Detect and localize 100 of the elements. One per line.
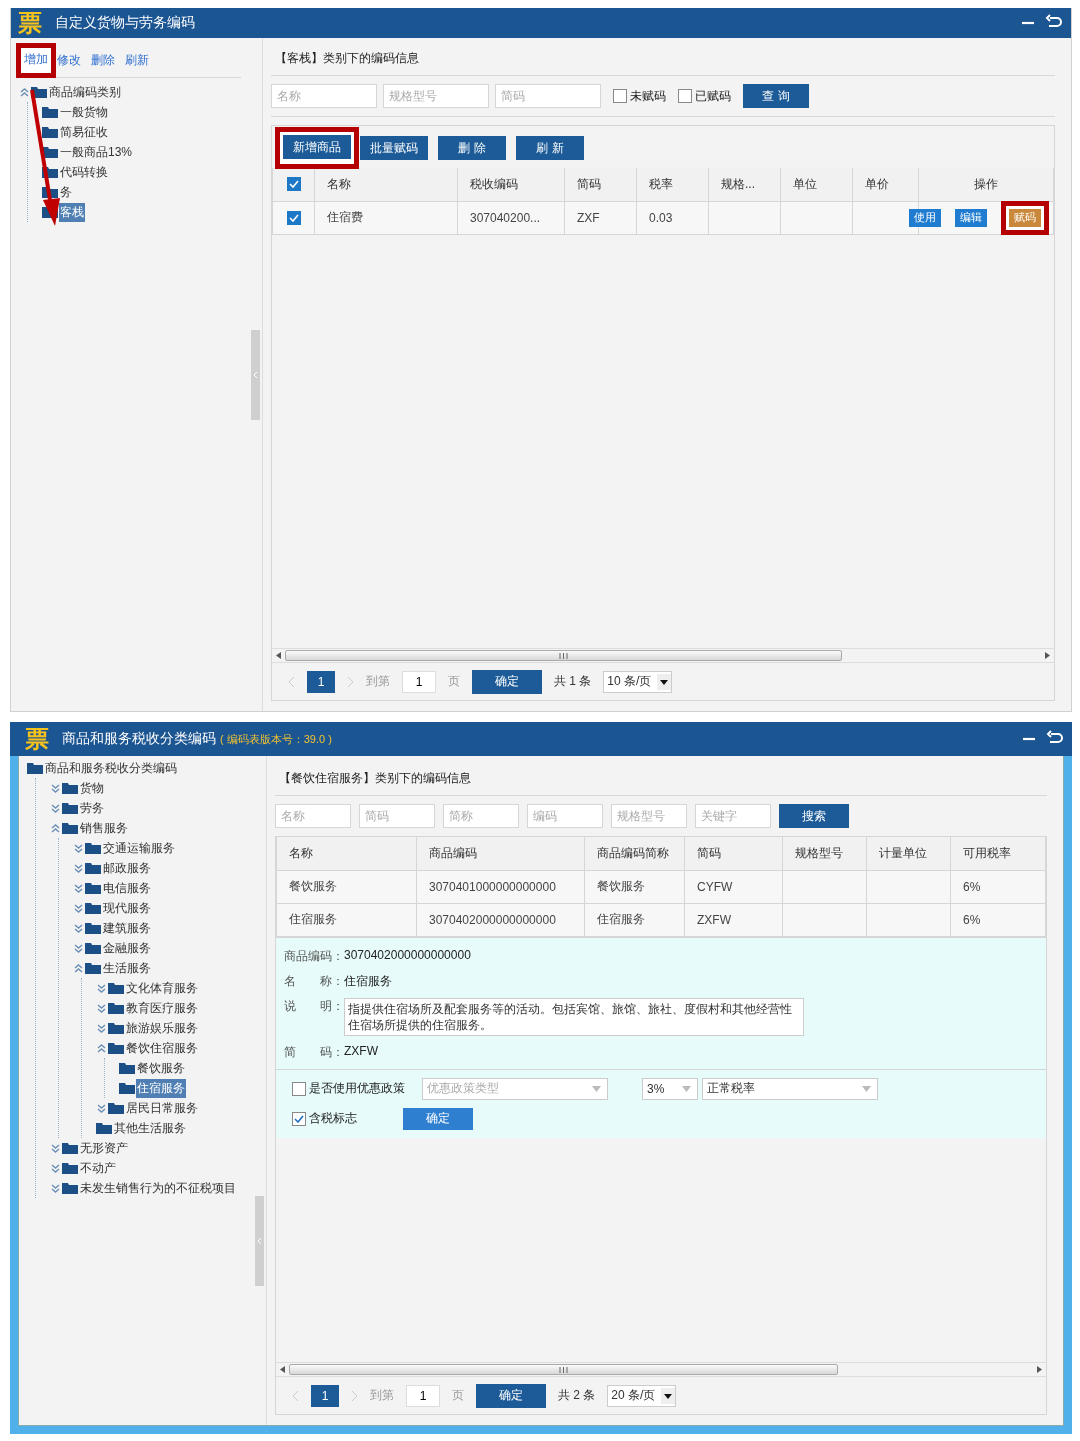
checkbox-label: 含税标志 — [309, 1110, 357, 1127]
tree-item[interactable]: 不动产 — [79, 1158, 117, 1178]
tree-item[interactable]: 未发生销售行为的不征税项目 — [79, 1178, 237, 1198]
checkbox-label: 未赋码 — [630, 87, 666, 105]
toolbar-link[interactable]: 修改 — [57, 52, 81, 69]
tree-item[interactable]: 餐饮服务 — [136, 1058, 186, 1078]
column-header: 单位 — [780, 168, 853, 201]
action-button[interactable]: 新增商品 — [283, 135, 351, 159]
toolbar-link[interactable]: 删除 — [91, 52, 115, 69]
window-title: 自定义货物与劳务编码 — [55, 14, 195, 32]
column-header: 税率 — [636, 168, 709, 201]
table-cell: ZXFW — [684, 903, 783, 936]
column-header: 简码 — [684, 837, 783, 870]
table-cell: 住宿费 — [314, 201, 458, 234]
tree-item[interactable]: 住宿服务 — [136, 1078, 186, 1098]
filter-field[interactable]: 名称 — [275, 804, 351, 828]
total-count: 共 2 条 — [558, 1387, 596, 1404]
tree-item[interactable]: 无形资产 — [79, 1138, 129, 1158]
filter-field[interactable]: 名称 — [271, 84, 377, 108]
page-input[interactable]: 1 — [402, 670, 436, 693]
tree-item[interactable]: 销售服务 — [79, 818, 129, 838]
column-header: 规格... — [708, 168, 781, 201]
tree-item[interactable]: 电信服务 — [102, 878, 152, 898]
tree-item[interactable]: 餐饮住宿服务 — [125, 1038, 199, 1058]
tree-item[interactable]: 商品和服务税收分类编码 — [44, 758, 178, 778]
panel-title: 【客栈】类别下的编码信息 — [271, 42, 1055, 76]
table-cell: 6% — [950, 870, 1046, 903]
column-header: 简码 — [564, 168, 637, 201]
filter-field[interactable]: 编码 — [527, 804, 603, 828]
filter-field[interactable]: 简码 — [359, 804, 435, 828]
description-box: 指提供住宿场所及配套服务等的活动。包括宾馆、旅馆、旅社、度假村和其他经营性住宿场所提供的住宿服务。 — [344, 997, 804, 1036]
tree-item[interactable]: 商品编码类别 — [48, 82, 122, 102]
row-action-button[interactable]: 编辑 — [955, 208, 987, 227]
field-label: 名 称： — [284, 972, 344, 990]
action-button[interactable]: 批量赋码 — [360, 136, 428, 160]
tree-item[interactable]: 代码转换 — [59, 162, 109, 182]
tree-item[interactable]: 客栈 — [59, 202, 85, 222]
filter-field[interactable]: 规格型号 — [611, 804, 687, 828]
tree-item[interactable]: 居民日常服务 — [125, 1098, 199, 1118]
tree-item[interactable]: 简易征收 — [59, 122, 109, 142]
table-cell: 住宿服务 — [276, 903, 417, 936]
tree-item[interactable]: 其他生活服务 — [113, 1118, 187, 1138]
tree-item[interactable]: 教育医疗服务 — [125, 998, 199, 1018]
table-cell: 餐饮服务 — [584, 870, 685, 903]
table-cell: 3070402000000000000 — [416, 903, 585, 936]
column-header: 操作 — [918, 168, 1054, 201]
field-label: 商品编码： — [284, 947, 344, 965]
confirm-button[interactable]: 确定 — [403, 1107, 473, 1130]
tree-item[interactable]: 建筑服务 — [102, 918, 152, 938]
filter-field[interactable]: 简码 — [495, 84, 601, 108]
confirm-button[interactable]: 确定 — [472, 669, 542, 694]
field-label: 简 码： — [284, 1043, 344, 1061]
tree-item[interactable]: 务 — [59, 182, 73, 202]
filter-field[interactable]: 简称 — [443, 804, 519, 828]
tree-item[interactable]: 劳务 — [79, 798, 105, 818]
column-header: 计量单位 — [866, 837, 951, 870]
version-label: ( 编码表版本号：39.0 ) — [220, 732, 332, 747]
row-action-button[interactable]: 使用 — [909, 208, 941, 227]
query-button[interactable]: 查 询 — [743, 84, 809, 108]
table-cell: 住宿服务 — [584, 903, 685, 936]
page-input[interactable]: 1 — [406, 1384, 440, 1407]
search-button[interactable]: 搜索 — [779, 804, 849, 828]
column-header: 商品编码 — [416, 837, 585, 870]
tree-item[interactable]: 现代服务 — [102, 898, 152, 918]
table-cell: ZXF — [564, 201, 637, 234]
page-unit: 页 — [448, 673, 460, 690]
filter-field[interactable]: 规格型号 — [383, 84, 489, 108]
field-value: 住宿服务 — [344, 972, 392, 990]
app-logo: 票 — [24, 725, 50, 753]
tree-item[interactable]: 旅游娱乐服务 — [125, 1018, 199, 1038]
app-logo: 票 — [17, 9, 43, 37]
filter-field[interactable]: 关键字 — [695, 804, 771, 828]
table-cell: 307040200... — [457, 201, 565, 234]
toolbar-link[interactable]: 增加 — [24, 51, 48, 70]
table-cell: 6% — [950, 903, 1046, 936]
tree-item[interactable]: 交通运输服务 — [102, 838, 176, 858]
tree-item[interactable]: 邮政服务 — [102, 858, 152, 878]
current-page[interactable]: 1 — [307, 670, 335, 693]
toolbar-link[interactable]: 刷新 — [125, 52, 149, 69]
tree-item[interactable]: 文化体育服务 — [125, 978, 199, 998]
tree-item[interactable]: 一般货物 — [59, 102, 109, 122]
total-count: 共 1 条 — [554, 673, 592, 690]
goto-label: 到第 — [366, 673, 390, 690]
column-header: 商品编码简称 — [584, 837, 685, 870]
rate-select[interactable]: 3% — [642, 1077, 698, 1100]
rate-type-select[interactable]: 正常税率 — [702, 1077, 878, 1100]
page-size-select[interactable]: 20 条/页 — [607, 1384, 677, 1407]
current-page[interactable]: 1 — [311, 1384, 339, 1407]
tree-item[interactable]: 货物 — [79, 778, 105, 798]
goto-label: 到第 — [370, 1387, 394, 1404]
tree-item[interactable]: 生活服务 — [102, 958, 152, 978]
tree-item[interactable]: 一般商品13% — [59, 142, 134, 162]
table-cell: 0.03 — [636, 201, 709, 234]
confirm-button[interactable]: 确定 — [476, 1383, 546, 1408]
field-label: 说 明： — [284, 997, 344, 1015]
tree-item[interactable]: 金融服务 — [102, 938, 152, 958]
action-button[interactable]: 删 除 — [438, 136, 506, 160]
action-button[interactable]: 刷 新 — [516, 136, 584, 160]
checkbox-label: 已赋码 — [695, 87, 731, 105]
page-size-select[interactable]: 10 条/页 — [603, 670, 673, 693]
